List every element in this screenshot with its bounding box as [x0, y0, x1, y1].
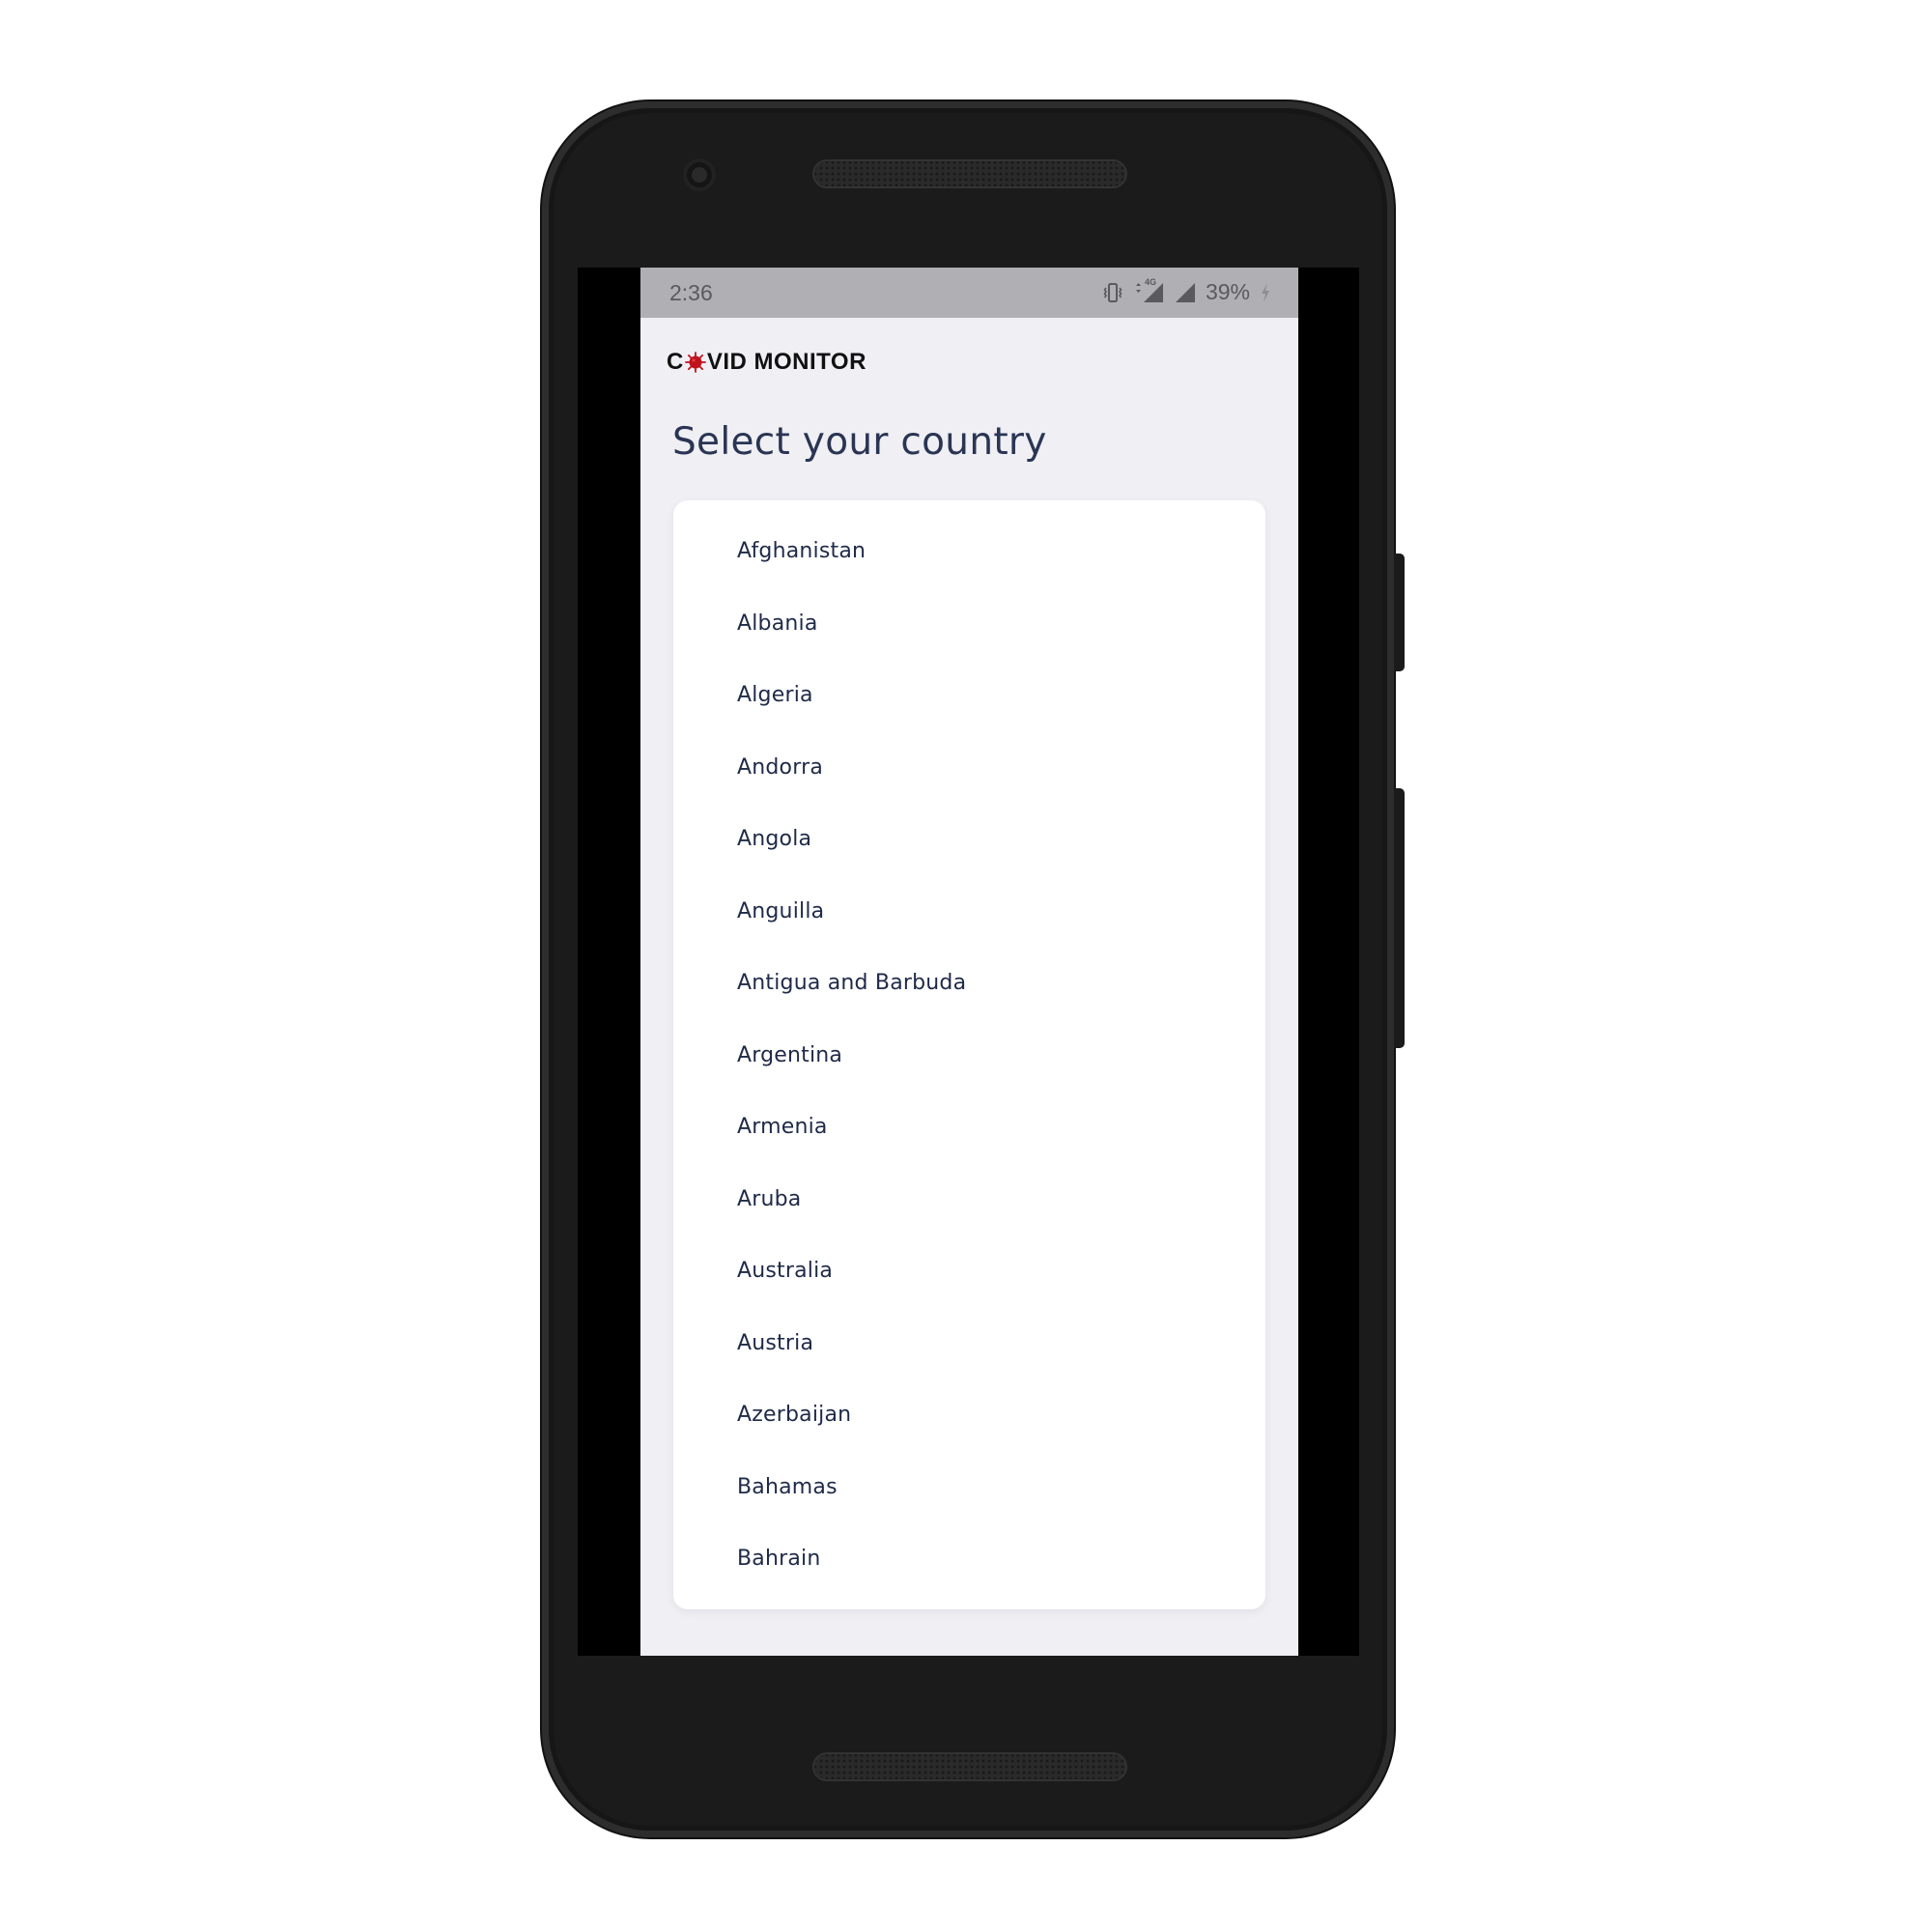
power-button[interactable]	[1394, 554, 1405, 671]
country-item[interactable]: Afghanistan	[673, 516, 1265, 588]
mobile-data-icon: 4G	[1132, 277, 1165, 304]
country-item[interactable]: Armenia	[673, 1092, 1265, 1164]
country-list-card: Afghanistan Albania Algeria Andorra Ango…	[673, 500, 1265, 1609]
country-item[interactable]: Antigua and Barbuda	[673, 948, 1265, 1020]
vibrate-icon	[1103, 282, 1122, 303]
country-item[interactable]: Australia	[673, 1236, 1265, 1308]
status-time: 2:36	[669, 280, 713, 305]
page-title: Select your country	[672, 420, 1047, 464]
country-item[interactable]: Albania	[673, 588, 1265, 661]
virus-icon	[684, 352, 706, 373]
country-list: Afghanistan Albania Algeria Andorra Ango…	[673, 516, 1265, 1596]
cell-signal-icon	[1175, 282, 1196, 303]
country-item[interactable]: Bahrain	[673, 1523, 1265, 1596]
front-camera	[683, 158, 716, 191]
country-item[interactable]: Andorra	[673, 732, 1265, 805]
charging-icon	[1260, 282, 1271, 303]
status-icons: 4G 39%	[1103, 277, 1271, 305]
app-screen: 2:36 4G 39% C VID MONITOR Select your co…	[640, 268, 1298, 1656]
top-speaker-grille	[812, 159, 1127, 188]
country-item[interactable]: Azerbaijan	[673, 1379, 1265, 1452]
country-item[interactable]: Austria	[673, 1308, 1265, 1380]
volume-rocker[interactable]	[1394, 788, 1405, 1048]
bottom-speaker-grille	[812, 1752, 1127, 1781]
logo-text-suffix: VID MONITOR	[706, 349, 867, 375]
country-item[interactable]: Bahamas	[673, 1452, 1265, 1524]
country-item[interactable]: Angola	[673, 804, 1265, 876]
logo-text-prefix: C	[667, 349, 684, 375]
country-item[interactable]: Argentina	[673, 1020, 1265, 1093]
status-bar: 2:36 4G 39%	[640, 268, 1298, 318]
network-type-label: 4G	[1144, 276, 1156, 287]
country-item[interactable]: Aruba	[673, 1164, 1265, 1236]
app-logo: C VID MONITOR	[667, 349, 867, 376]
country-item[interactable]: Anguilla	[673, 876, 1265, 949]
country-item[interactable]: Algeria	[673, 660, 1265, 732]
battery-percent: 39%	[1205, 279, 1250, 304]
